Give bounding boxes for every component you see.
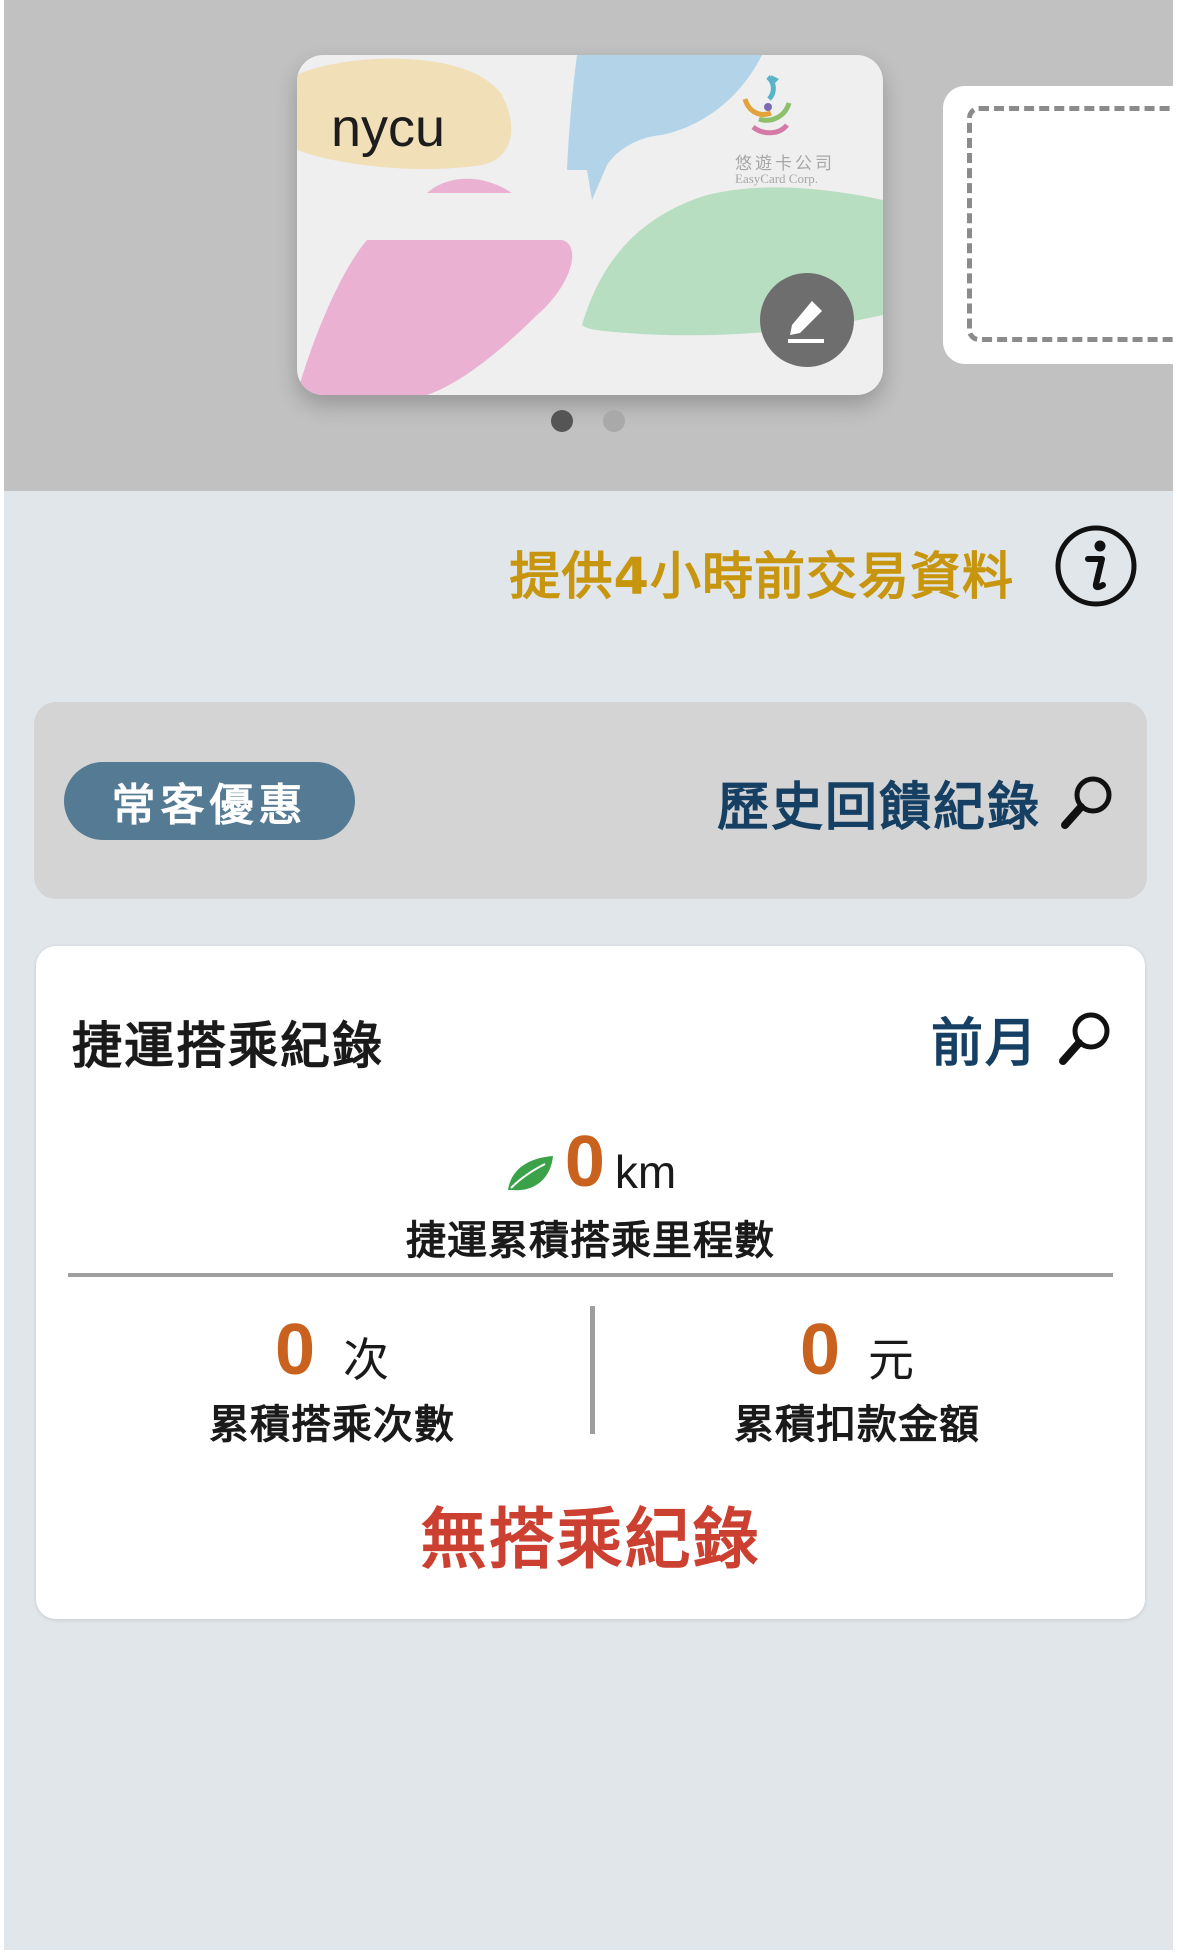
leaf-icon: [507, 1156, 553, 1191]
fare-total-unit: 元: [868, 1333, 915, 1387]
reward-history-label: 歷史回饋紀錄: [716, 777, 1041, 838]
search-icon: [1059, 1012, 1110, 1065]
period-selector[interactable]: 前月: [931, 1002, 1115, 1074]
empty-state-message: 無搭乘紀錄: [420, 1501, 761, 1578]
fare-total-value: 0: [799, 1310, 841, 1390]
pencil-icon: [788, 301, 824, 343]
add-card-placeholder: [967, 106, 1173, 342]
distance-value: 0: [564, 1122, 605, 1202]
fare-total-label: 累積扣款金額: [734, 1402, 980, 1448]
ride-count-stat: 0 次 累積搭乘次數: [72, 1306, 592, 1450]
carousel-page-indicator: [551, 410, 625, 432]
distance-row: 0 km: [36, 1126, 1145, 1198]
add-card-slot[interactable]: [943, 86, 1173, 364]
distance-unit: km: [614, 1146, 677, 1198]
data-delay-notice: 提供4小時前交易資料: [509, 548, 1014, 607]
frequent-rider-badge[interactable]: 常客優惠: [64, 762, 355, 840]
ride-count-unit: 次: [343, 1333, 390, 1387]
fare-total-stat: 0 元 累積扣款金額: [597, 1306, 1117, 1450]
mrt-ride-record-card: 捷運搭乘紀錄 前月 0 km 捷運累積搭乘里程數 0 次 累積搭乘次數 0 元 …: [36, 946, 1145, 1619]
ride-count-label: 累積搭乘次數: [209, 1402, 455, 1448]
frequent-rider-bar: 常客優惠 歷史回饋紀錄: [34, 702, 1147, 899]
divider: [590, 1306, 595, 1434]
record-title: 捷運搭乘紀錄: [72, 1017, 384, 1075]
page-dot[interactable]: [551, 410, 573, 432]
reward-history-link[interactable]: 歷史回饋紀錄: [717, 766, 1117, 838]
easycard-card[interactable]: nycu 悠遊卡公司 EasyCard Corp.: [297, 55, 883, 395]
search-icon: [1061, 776, 1112, 829]
page-dot[interactable]: [603, 410, 625, 432]
issuer-name-en: EasyCard Corp.: [735, 171, 819, 186]
app-screen: nycu 悠遊卡公司 EasyCard Corp. 提供4小時前交易資料 常客優…: [4, 0, 1173, 1950]
easycard-logo: [742, 75, 792, 136]
period-label: 前月: [930, 1013, 1039, 1074]
divider: [68, 1273, 1113, 1277]
edit-card-button[interactable]: [760, 273, 854, 367]
distance-label: 捷運累積搭乘里程數: [406, 1218, 775, 1264]
card-nickname: nycu: [331, 98, 446, 158]
card-carousel[interactable]: nycu 悠遊卡公司 EasyCard Corp.: [4, 0, 1173, 491]
info-icon[interactable]: [1054, 524, 1138, 608]
ride-count-value: 0: [274, 1310, 316, 1390]
